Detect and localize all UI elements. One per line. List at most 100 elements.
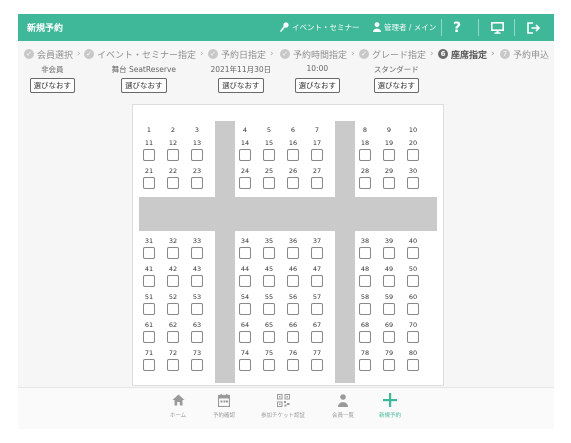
seat-checkbox[interactable] (311, 275, 323, 287)
seat-label: 54 (240, 293, 250, 301)
seat-checkbox[interactable] (263, 247, 275, 259)
logout-icon[interactable] (527, 14, 540, 41)
seat-checkbox[interactable] (143, 331, 155, 343)
seat-label: 70 (408, 321, 418, 329)
user-menu[interactable]: 管理者 / メイン (373, 14, 436, 41)
user-icon (373, 21, 381, 34)
reselect-button[interactable]: 選びなおす (121, 78, 167, 93)
step-label: 会員選択 (37, 50, 74, 61)
seat-checkbox[interactable] (239, 149, 251, 161)
seat-checkbox[interactable] (239, 275, 251, 287)
seat-label: 31 (144, 237, 154, 245)
seat-checkbox[interactable] (143, 177, 155, 189)
seat-checkbox[interactable] (383, 303, 395, 315)
seat-checkbox[interactable] (191, 331, 203, 343)
seat-checkbox[interactable] (167, 177, 179, 189)
reselect-button[interactable]: 選びなおす (373, 78, 420, 93)
chevron-right-icon: › (270, 49, 274, 59)
seat-checkbox[interactable] (143, 275, 155, 287)
seat-label: 77 (312, 349, 322, 357)
seat-checkbox[interactable] (167, 331, 179, 343)
nav-item-new-reservation[interactable]: 新規予約 (355, 391, 425, 419)
seat-checkbox[interactable] (407, 247, 419, 259)
seat-checkbox[interactable] (407, 303, 419, 315)
seat-checkbox[interactable] (407, 149, 419, 161)
mic-icon (280, 21, 289, 34)
seat-checkbox[interactable] (239, 177, 251, 189)
seat-checkbox[interactable] (143, 247, 155, 259)
seat-checkbox[interactable] (359, 303, 371, 315)
seat-checkbox[interactable] (407, 177, 419, 189)
seat-checkbox[interactable] (407, 359, 419, 371)
seat-checkbox[interactable] (359, 275, 371, 287)
seat-checkbox[interactable] (143, 359, 155, 371)
seat-label: 8 (362, 126, 368, 134)
seat-checkbox[interactable] (191, 247, 203, 259)
seat-checkbox[interactable] (143, 149, 155, 161)
seat-checkbox[interactable] (383, 149, 395, 161)
seat-checkbox[interactable] (383, 177, 395, 189)
step-label: 予約日指定 (221, 50, 267, 61)
seat-checkbox[interactable] (359, 247, 371, 259)
seat-checkbox[interactable] (383, 247, 395, 259)
seat-checkbox[interactable] (191, 275, 203, 287)
seat-label: 36 (288, 237, 298, 245)
seat-checkbox[interactable] (191, 177, 203, 189)
seat-checkbox[interactable] (359, 149, 371, 161)
seat-checkbox[interactable] (311, 331, 323, 343)
seat-checkbox[interactable] (239, 331, 251, 343)
seat-label: 50 (408, 265, 418, 273)
reselect-button[interactable]: 選びなおす (218, 78, 264, 93)
seat-checkbox[interactable] (359, 331, 371, 343)
seat-checkbox[interactable] (239, 359, 251, 371)
seat-checkbox[interactable] (167, 303, 179, 315)
seat-label: 80 (408, 349, 418, 357)
seat-checkbox[interactable] (287, 331, 299, 343)
seat-label: 73 (192, 349, 202, 357)
seat-checkbox[interactable] (191, 149, 203, 161)
seat-checkbox[interactable] (311, 177, 323, 189)
event-menu[interactable]: イベント・セミナー (280, 14, 360, 41)
reselect-button[interactable]: 選びなおす (29, 78, 76, 93)
seat-checkbox[interactable] (191, 359, 203, 371)
seat-checkbox[interactable] (263, 331, 275, 343)
seat-checkbox[interactable] (383, 331, 395, 343)
seat-checkbox[interactable] (239, 247, 251, 259)
seat-label: 41 (144, 265, 154, 273)
seat-checkbox[interactable] (311, 359, 323, 371)
help-icon[interactable]: ? (453, 14, 461, 41)
seat-label: 63 (192, 321, 202, 329)
monitor-icon[interactable] (491, 14, 504, 41)
seat-checkbox[interactable] (383, 275, 395, 287)
seat-checkbox[interactable] (383, 359, 395, 371)
seat-checkbox[interactable] (359, 359, 371, 371)
seat-checkbox[interactable] (167, 149, 179, 161)
seat-checkbox[interactable] (239, 303, 251, 315)
seat-checkbox[interactable] (311, 303, 323, 315)
seat-checkbox[interactable] (143, 303, 155, 315)
seat-checkbox[interactable] (287, 247, 299, 259)
seat-checkbox[interactable] (263, 177, 275, 189)
seat-checkbox[interactable] (167, 359, 179, 371)
seat-checkbox[interactable] (263, 303, 275, 315)
seat-checkbox[interactable] (359, 177, 371, 189)
seat-checkbox[interactable] (407, 275, 419, 287)
seat-checkbox[interactable] (311, 149, 323, 161)
seat-checkbox[interactable] (191, 303, 203, 315)
seat-checkbox[interactable] (287, 149, 299, 161)
seat-checkbox[interactable] (263, 275, 275, 287)
seat-checkbox[interactable] (311, 247, 323, 259)
seat-checkbox[interactable] (263, 149, 275, 161)
seat-checkbox[interactable] (167, 247, 179, 259)
seat-checkbox[interactable] (407, 331, 419, 343)
seat-checkbox[interactable] (263, 359, 275, 371)
reselect-button[interactable]: 選びなおす (294, 78, 341, 93)
seat-checkbox[interactable] (287, 177, 299, 189)
seat-label: 12 (168, 139, 178, 147)
step-value: 舞台 SeatReserve (111, 65, 177, 74)
seat-checkbox[interactable] (287, 303, 299, 315)
seat-label: 20 (408, 139, 418, 147)
seat-checkbox[interactable] (287, 359, 299, 371)
seat-checkbox[interactable] (287, 275, 299, 287)
seat-checkbox[interactable] (167, 275, 179, 287)
